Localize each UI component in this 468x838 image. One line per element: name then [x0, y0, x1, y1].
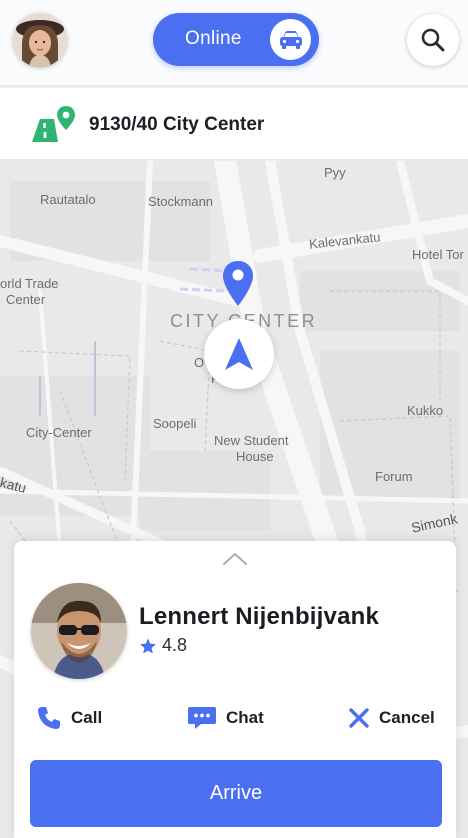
car-icon	[279, 30, 302, 49]
map-label-new-student: New Student	[214, 433, 289, 448]
user-avatar[interactable]	[13, 13, 67, 67]
driver-name: Lennert Nijenbijvank	[139, 603, 380, 630]
search-button[interactable]	[407, 14, 459, 66]
arrive-button[interactable]: Arrive	[30, 760, 442, 827]
chat-button[interactable]: Chat	[187, 704, 264, 732]
call-label: Call	[71, 708, 103, 727]
top-bar: Online	[0, 0, 468, 86]
pickup-address-bar[interactable]: 9130/40 City Center	[0, 88, 468, 160]
road-pin-icon	[32, 106, 75, 142]
chat-label: Chat	[226, 708, 264, 727]
map-label-forum: Forum	[375, 469, 413, 484]
toggle-knob	[270, 19, 311, 60]
map-label-hotel-tor: Hotel Tor	[412, 247, 464, 262]
cancel-button[interactable]: Cancel	[348, 704, 435, 732]
driver-card: Lennert Nijenbijvank 4.8 Call Chat Cance…	[14, 541, 456, 838]
map-label-o: O	[194, 355, 205, 370]
search-icon	[421, 28, 445, 52]
map-label-kukko: Kukko	[407, 403, 444, 418]
star-icon	[140, 638, 156, 653]
map-label-soopeli: Soopeli	[153, 416, 197, 431]
map-label-rautatalo: Rautatalo	[40, 192, 96, 207]
cancel-label: Cancel	[379, 708, 435, 727]
map-label-new-student-house: House	[236, 449, 274, 464]
call-button[interactable]: Call	[36, 704, 102, 732]
online-status-label: Online	[185, 28, 242, 49]
map-label-city-center-street: City-Center	[26, 425, 92, 440]
map-label-stockmann: Stockmann	[148, 194, 214, 209]
online-toggle[interactable]: Online	[153, 13, 319, 66]
chat-icon	[188, 707, 216, 729]
rating-value: 4.8	[162, 635, 188, 655]
close-icon	[349, 708, 369, 728]
driver-photo-image	[31, 583, 127, 679]
driver-avatar	[31, 583, 127, 679]
driver-rating: 4.8	[139, 635, 187, 656]
location-pin-icon	[223, 261, 253, 306]
map-label-world-trade: orld Trade	[0, 276, 59, 291]
pickup-address: 9130/40 City Center	[89, 114, 265, 135]
chevron-up-icon[interactable]	[222, 551, 248, 567]
navigation-arrow-icon	[225, 338, 253, 370]
navigate-button[interactable]	[204, 319, 274, 389]
user-avatar-image	[13, 13, 67, 67]
phone-icon	[38, 707, 60, 729]
map-label-world-trade-center: Center	[6, 292, 46, 307]
map-label-pyy: Pyy	[324, 165, 346, 180]
